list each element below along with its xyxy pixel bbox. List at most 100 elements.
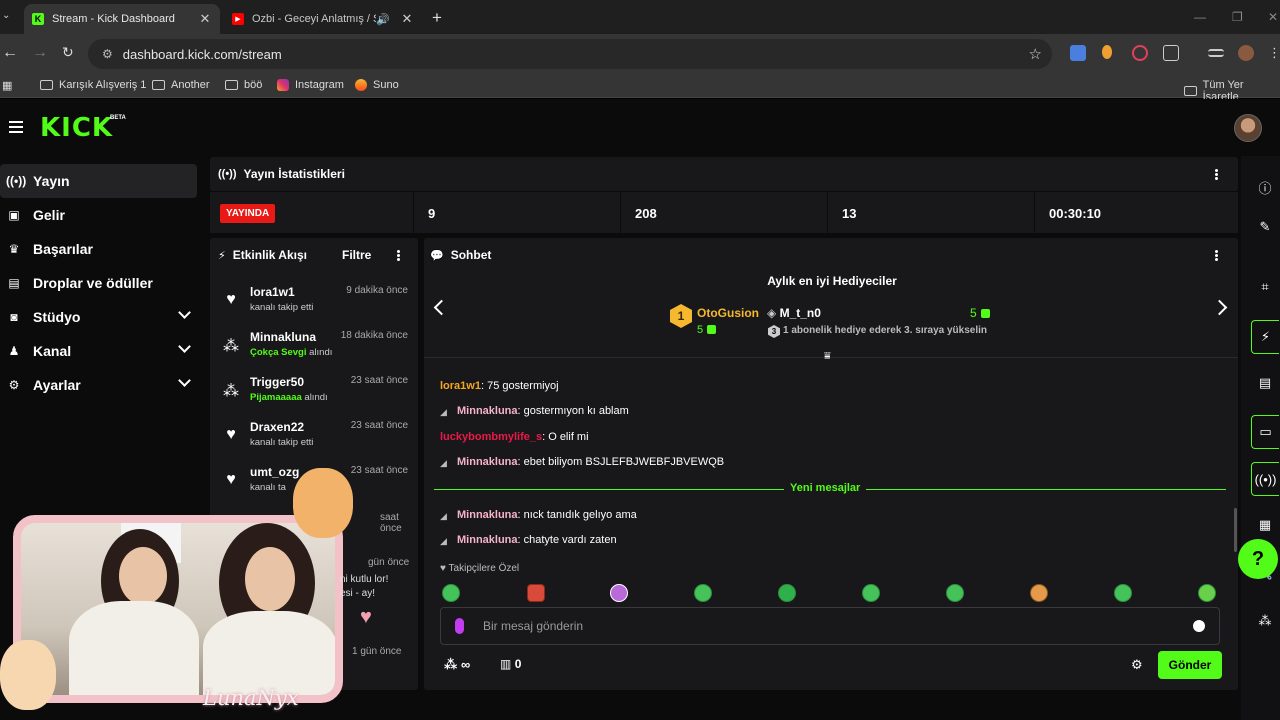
close-tab-icon[interactable]: ✕ xyxy=(198,11,212,27)
subscription-gift-icon xyxy=(707,325,717,334)
chat-message[interactable]: lora1w1: 75 gostermiyoj xyxy=(440,380,559,392)
site-info-icon[interactable]: ⚙ xyxy=(102,47,113,61)
speaker-icon[interactable]: 🔊 xyxy=(376,13,390,26)
divider xyxy=(424,357,1238,358)
chevron-down-icon xyxy=(178,340,191,353)
activity-item[interactable]: ⁂ Trigger50 23 saat önce Pijamaaaaa alın… xyxy=(222,375,408,415)
activity-item[interactable]: ♥ Draxen22 23 saat önce kanalı takip ett… xyxy=(222,420,408,460)
chat-toggle-icon[interactable]: ▭ xyxy=(1251,415,1279,449)
tab-search-chevron-icon[interactable]: ⌄ xyxy=(2,10,10,21)
activity-toggle-icon[interactable]: ⚡ xyxy=(1251,320,1279,354)
back-icon[interactable]: ← xyxy=(2,44,18,62)
close-tab-icon[interactable]: ✕ xyxy=(400,11,414,27)
sidebar-item-basarilar[interactable]: ♛ Başarılar xyxy=(0,232,197,266)
subscription-gift-icon xyxy=(980,309,990,318)
extension-icon[interactable] xyxy=(1132,45,1148,61)
cat-sticker xyxy=(0,640,56,710)
chat-message[interactable]: ◢ Minnakluna: gostermıyon kı ablam xyxy=(440,405,629,417)
filter-button[interactable]: Filtre xyxy=(342,248,371,262)
activity-time: 1 gün önce xyxy=(352,646,402,657)
more-options-icon[interactable] xyxy=(1215,250,1218,261)
emote-icon[interactable] xyxy=(610,584,628,602)
browser-menu-icon[interactable]: ⋮ xyxy=(1268,45,1280,61)
new-messages-label[interactable]: Yeni mesajlar xyxy=(784,482,867,494)
chevron-down-icon xyxy=(178,306,191,319)
send-button[interactable]: Gönder xyxy=(1158,651,1222,679)
chevron-left-icon[interactable] xyxy=(433,299,450,316)
edit-icon[interactable]: ✎ xyxy=(1251,210,1279,244)
overlay-text: esi - ay! xyxy=(340,588,376,599)
emote-icon[interactable] xyxy=(1198,584,1216,602)
sidebar-item-kanal[interactable]: ♟ Kanal xyxy=(0,334,197,368)
sidebar-item-yayin[interactable]: ((•)) Yayın xyxy=(0,164,197,198)
emote-icon[interactable] xyxy=(1030,584,1048,602)
bookmark-instagram[interactable]: Instagram xyxy=(277,79,344,91)
tab-kick-dashboard[interactable]: K Stream - Kick Dashboard ✕ xyxy=(24,4,220,34)
microphone-icon[interactable] xyxy=(455,618,464,634)
media-controls-icon[interactable] xyxy=(1208,49,1224,57)
extension-icon[interactable] xyxy=(1102,45,1112,59)
chat-settings-icon[interactable]: ⚙ xyxy=(1131,657,1143,673)
chevron-right-icon[interactable] xyxy=(1211,299,1228,316)
bookmark-star-icon[interactable]: ☆ xyxy=(1029,45,1042,63)
url-text: dashboard.kick.com/stream xyxy=(122,46,282,62)
bookmark-folder[interactable]: Another xyxy=(152,79,210,91)
address-bar[interactable]: ⚙ dashboard.kick.com/stream ☆ xyxy=(88,39,1052,69)
reload-icon[interactable]: ↻ xyxy=(62,44,74,61)
more-options-icon[interactable] xyxy=(1215,169,1218,180)
focus-icon[interactable]: ⌗ xyxy=(1251,270,1279,304)
notes-icon[interactable]: ▤ xyxy=(1251,366,1279,400)
chat-message[interactable]: ◢ Minnakluna: ebet biliyom BSJLEFBJWEBFJB… xyxy=(440,456,724,468)
bookmark-folder[interactable]: Karışık Alışveriş 1 xyxy=(40,79,146,91)
sidebar-item-droplar[interactable]: ▤ Droplar ve ödüller xyxy=(0,266,197,300)
profile-avatar-icon[interactable] xyxy=(1238,45,1254,61)
channel-points[interactable]: ⁂ ∞ xyxy=(444,657,470,673)
support-chat-icon[interactable]: ? xyxy=(1238,539,1278,579)
bookmark-folder[interactable]: böö xyxy=(225,79,262,91)
instagram-icon xyxy=(277,79,289,91)
puzzle-extensions-icon[interactable] xyxy=(1163,45,1179,61)
tab-youtube[interactable]: ▶ Ozbi - Geceyi Anlatmış / St 🔊 ✕ xyxy=(224,4,422,34)
activity-item[interactable]: ⁂ Minnakluna 18 dakika önce Çokça Sevgi … xyxy=(222,330,408,370)
shop-counter[interactable]: ▥ 0 xyxy=(500,657,521,671)
stats-toggle-icon[interactable]: ((•)) xyxy=(1251,462,1279,496)
user-avatar[interactable] xyxy=(1234,114,1262,142)
collapse-pinned-icon[interactable]: ⩸ xyxy=(824,350,831,363)
live-badge: YAYINDA xyxy=(220,204,276,223)
translate-extension-icon[interactable] xyxy=(1070,45,1086,61)
emote-icon[interactable] xyxy=(527,584,545,602)
more-options-icon[interactable] xyxy=(397,250,400,261)
emote-icon[interactable] xyxy=(862,584,880,602)
emote-icon[interactable] xyxy=(1114,584,1132,602)
gifter-name[interactable]: OtoGusion xyxy=(697,306,759,320)
close-window-icon[interactable]: ✕ xyxy=(1268,10,1278,24)
forward-icon[interactable]: → xyxy=(32,44,48,62)
chat-message[interactable]: ◢ Minnakluna: chatyte vardı zaten xyxy=(440,534,617,546)
emote-icon[interactable] xyxy=(694,584,712,602)
maximize-icon[interactable]: ❐ xyxy=(1232,10,1243,24)
folder-icon xyxy=(1184,86,1197,96)
apps-grid-icon[interactable]: ▦ xyxy=(2,79,12,92)
bookmark-suno[interactable]: Suno xyxy=(355,79,399,91)
sidebar-item-ayarlar[interactable]: ⚙ Ayarlar xyxy=(0,368,197,402)
activity-item[interactable]: ♥ lora1w1 9 dakika önce kanalı takip ett… xyxy=(222,285,408,325)
sidebar-item-studyo[interactable]: ◙ Stüdyo xyxy=(0,300,197,334)
chat-message[interactable]: ◢ Minnakluna: nıck tanıdık gelıyo ama xyxy=(440,509,637,521)
chat-input[interactable]: Bir mesaj gönderin xyxy=(440,607,1220,645)
emote-icon[interactable] xyxy=(946,584,964,602)
chat-message[interactable]: luckybombmylife_s: O elif mi xyxy=(440,431,589,443)
gift-icon: ⁂ xyxy=(223,383,239,400)
info-icon[interactable]: ⓘ xyxy=(1251,170,1279,204)
emoji-picker-icon[interactable] xyxy=(1193,620,1205,632)
minimize-icon[interactable]: — xyxy=(1194,10,1206,24)
emote-icon[interactable] xyxy=(442,584,460,602)
new-tab-icon[interactable]: + xyxy=(432,8,442,28)
points-icon[interactable]: ⁂ xyxy=(1251,604,1279,638)
chat-scrollbar[interactable] xyxy=(1234,508,1237,552)
layout-icon[interactable]: ▦ xyxy=(1251,508,1279,542)
menu-icon[interactable] xyxy=(9,121,23,133)
kick-logo[interactable]: KICK xyxy=(40,113,113,143)
sidebar-item-gelir[interactable]: ▣ Gelir xyxy=(0,198,197,232)
gifter-entry[interactable]: ◈ M_t_n0 xyxy=(767,306,821,320)
emote-icon[interactable] xyxy=(778,584,796,602)
